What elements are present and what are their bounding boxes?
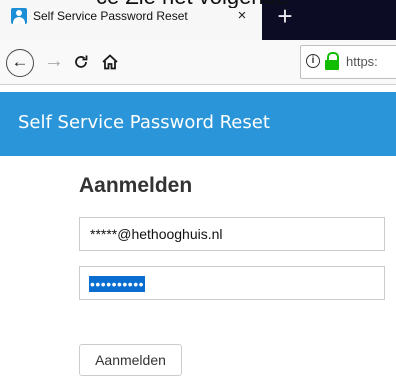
password-value: ••••••••••: [89, 276, 146, 292]
site-header: Self Service Password Reset: [0, 92, 396, 156]
back-arrow-icon[interactable]: ←: [6, 49, 34, 77]
site-title: Self Service Password Reset: [18, 112, 270, 133]
tab-title: Self Service Password Reset: [33, 9, 188, 23]
form-heading: Aanmelden: [79, 174, 193, 197]
forward-arrow-icon[interactable]: →: [40, 48, 68, 76]
url-bar[interactable]: i https:: [300, 45, 396, 79]
person-icon: [11, 8, 27, 24]
close-icon[interactable]: ×: [232, 6, 252, 26]
overlay-caption: ce Zie het volgende: [96, 0, 396, 8]
reload-icon[interactable]: [67, 48, 95, 76]
submit-button[interactable]: Aanmelden: [79, 344, 182, 376]
page: ce Zie het volgende Self Service Passwor…: [0, 0, 396, 376]
home-icon[interactable]: [96, 48, 124, 76]
nav-bar: ← → i https:: [0, 40, 396, 85]
info-icon[interactable]: i: [306, 54, 320, 68]
url-text[interactable]: https:: [346, 54, 378, 69]
lock-icon[interactable]: [325, 52, 339, 70]
password-input[interactable]: ••••••••••: [79, 266, 385, 300]
login-input[interactable]: [79, 217, 385, 251]
